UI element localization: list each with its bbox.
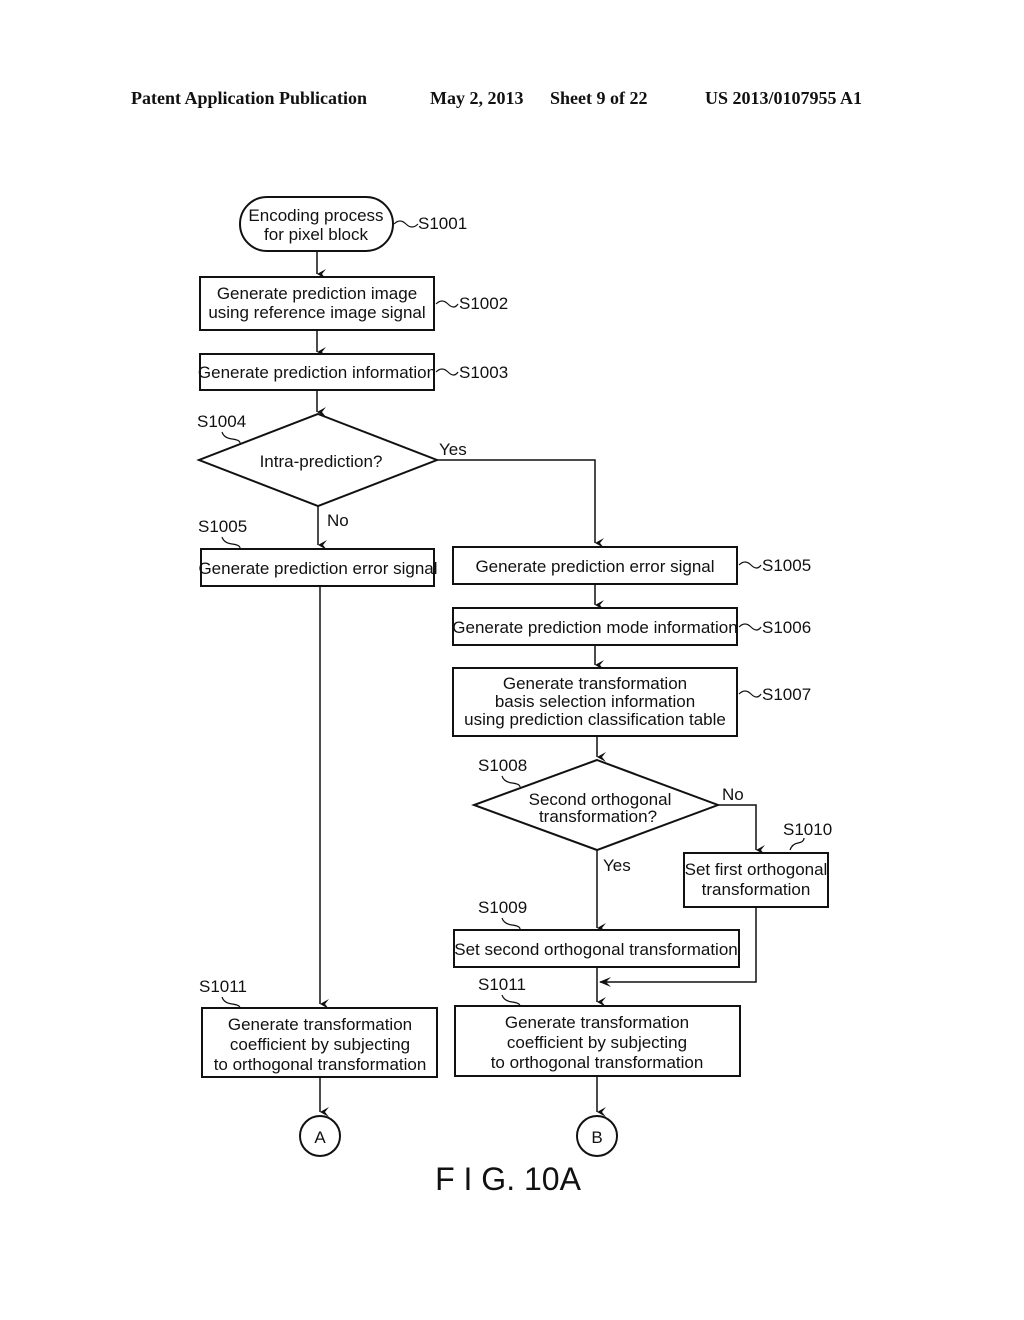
step-label: S1009 [478, 898, 527, 917]
flowchart: Encoding process for pixel block S1001 G… [196, 196, 832, 1197]
step-label: S1011 [199, 977, 247, 996]
node-text: transformation [702, 880, 811, 899]
node-right-error: Generate prediction error signal S1005 [452, 546, 811, 585]
connector-label: A [314, 1128, 326, 1147]
step-label: S1008 [478, 756, 527, 775]
step-label: S1006 [762, 618, 811, 637]
node-text: Generate prediction error signal [198, 559, 437, 578]
arrow-yes [437, 459, 604, 548]
node-basis-select: Generate transformation basis selection … [452, 667, 811, 737]
step-leader [738, 690, 762, 698]
node-text: Set first orthogonal [685, 860, 828, 879]
node-left-coeff: Generate transformation coefficient by s… [199, 977, 438, 1078]
step-leader [789, 837, 805, 851]
node-text: to orthogonal transformation [491, 1053, 704, 1072]
step-label: S1002 [459, 294, 508, 313]
step-leader [221, 431, 241, 444]
node-text: Generate prediction information [198, 363, 436, 382]
no-label: No [327, 511, 349, 530]
node-text: to orthogonal transformation [214, 1055, 427, 1074]
node-text: Encoding process [248, 206, 383, 225]
step-label: S1007 [762, 685, 811, 704]
step-leader [435, 300, 459, 308]
step-label: S1005 [198, 517, 247, 536]
step-leader [501, 994, 521, 1007]
node-text: Generate prediction error signal [475, 557, 714, 576]
step-label: S1003 [459, 363, 508, 382]
node-text: Generate prediction image [217, 284, 417, 303]
step-leader [393, 220, 419, 228]
node-text: for pixel block [264, 225, 368, 244]
node-gen-pred-image: Generate prediction image using referenc… [199, 276, 508, 331]
connector-label: B [591, 1128, 602, 1147]
step-label: S1005 [762, 556, 811, 575]
arrow-no [718, 804, 765, 855]
step-leader [435, 368, 459, 376]
yes-label: Yes [603, 856, 631, 875]
step-label: S1004 [197, 412, 246, 431]
node-text: coefficient by subjecting [230, 1035, 410, 1054]
node-text: Generate transformation [505, 1013, 689, 1032]
node-text: Intra-prediction? [260, 452, 383, 471]
figure-caption: F I G. 10A [435, 1161, 581, 1197]
step-leader [501, 775, 521, 788]
step-leader [738, 623, 762, 631]
node-text: Generate transformation [503, 674, 687, 693]
node-text: coefficient by subjecting [507, 1033, 687, 1052]
node-text: transformation? [539, 807, 657, 826]
step-label: S1001 [418, 214, 467, 233]
step-leader [221, 536, 241, 549]
node-pred-mode: Generate prediction mode information S10… [452, 607, 811, 646]
connector-b: B [576, 1115, 618, 1157]
node-text: basis selection information [495, 692, 695, 711]
connector-a: A [299, 1115, 341, 1157]
node-text: Generate prediction mode information [452, 618, 737, 637]
step-leader [738, 561, 762, 569]
node-intra-decision: Intra-prediction? S1004 Yes No [196, 412, 467, 530]
node-gen-pred-info: Generate prediction information S1003 [198, 353, 508, 391]
node-start: Encoding process for pixel block S1001 [239, 196, 467, 252]
node-text: Set second orthogonal transformation [454, 940, 738, 959]
step-label: S1010 [783, 820, 832, 839]
node-text: Generate transformation [228, 1015, 412, 1034]
no-label: No [722, 785, 744, 804]
step-label: S1011 [478, 975, 526, 994]
step-leader [501, 917, 521, 930]
step-leader [221, 996, 241, 1009]
node-set-first: Set first orthogonal transformation S101… [683, 820, 832, 908]
yes-label: Yes [439, 440, 467, 459]
node-text: using prediction classification table [464, 710, 726, 729]
node-text: using reference image signal [208, 303, 425, 322]
